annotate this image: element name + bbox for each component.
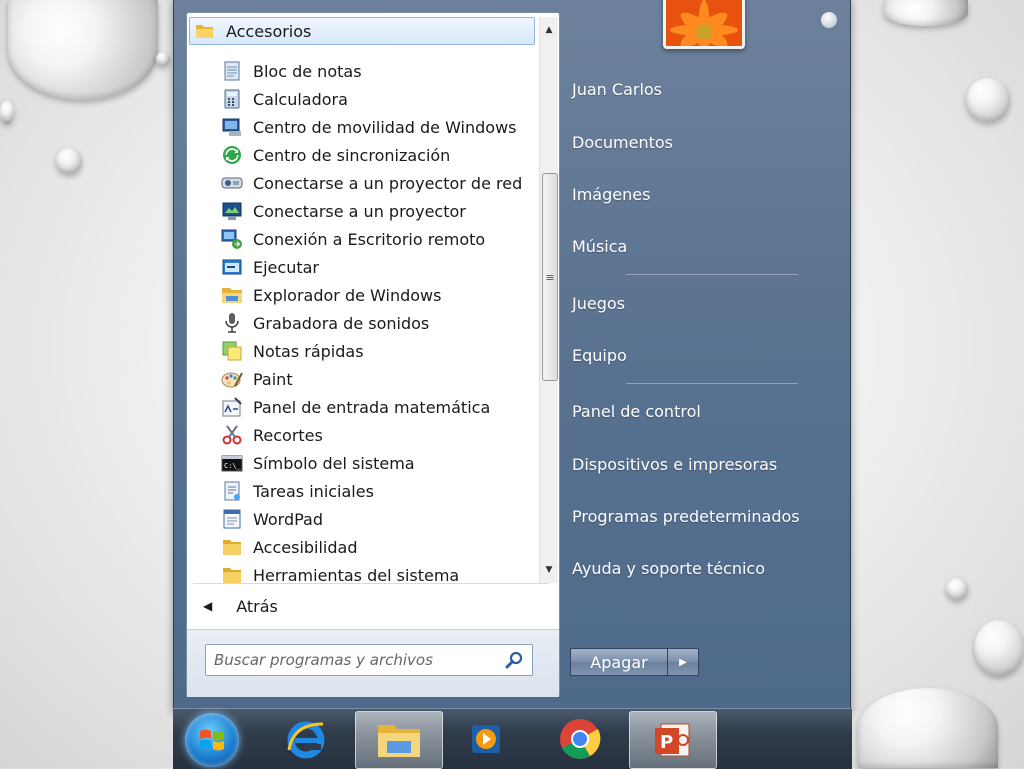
- program-item-escritorio-remoto[interactable]: Conexión a Escritorio remoto: [187, 225, 533, 253]
- program-item-recortes[interactable]: Recortes: [187, 421, 533, 449]
- taskbar: P: [173, 708, 852, 769]
- taskbar-windows-explorer[interactable]: [355, 711, 443, 769]
- folder-open-icon: [196, 25, 214, 38]
- shutdown-button[interactable]: Apagar: [570, 648, 668, 676]
- mobility-center-icon: [222, 118, 241, 136]
- right-item-programas-predeterminados[interactable]: Programas predeterminados: [572, 501, 800, 531]
- command-prompt-icon: C:\_: [221, 455, 243, 472]
- back-arrow-icon: ◀: [203, 599, 213, 613]
- water-drop-decoration: [966, 78, 1010, 122]
- folder-icon: [223, 540, 241, 555]
- right-item-imagenes[interactable]: Imágenes: [572, 179, 650, 209]
- shutdown-options-arrow-icon[interactable]: ▶: [668, 648, 699, 676]
- program-item-calculadora[interactable]: Calculadora: [187, 85, 533, 113]
- orb-decoration-icon: [821, 12, 837, 28]
- getting-started-icon: [224, 481, 240, 501]
- media-player-icon: [472, 725, 500, 753]
- taskbar-media-player[interactable]: [443, 711, 529, 767]
- svg-text:P: P: [660, 732, 673, 753]
- folder-icon: [223, 568, 241, 583]
- search-icon[interactable]: [504, 650, 524, 670]
- program-folder-accesibilidad[interactable]: Accesibilidad: [187, 533, 533, 561]
- taskbar-internet-explorer[interactable]: [263, 711, 349, 767]
- program-item-proyector[interactable]: Conectarse a un proyector: [187, 197, 533, 225]
- programs-pane: Accesorios Bloc de notas Calculadora Cen…: [186, 12, 560, 697]
- divider: [626, 274, 798, 275]
- folder-title: Accesorios: [226, 21, 312, 41]
- water-drop-decoration: [0, 100, 14, 124]
- taskbar-chrome[interactable]: [537, 711, 623, 767]
- water-drop-decoration: [858, 688, 998, 768]
- right-item-ayuda[interactable]: Ayuda y soporte técnico: [572, 553, 765, 583]
- program-item-centro-sincronizacion[interactable]: Centro de sincronización: [187, 141, 533, 169]
- back-button[interactable]: ◀ Atrás: [187, 591, 559, 621]
- program-item-paint[interactable]: Paint: [187, 365, 533, 393]
- scroll-down-arrow-icon[interactable]: ▼: [540, 561, 558, 579]
- right-item-dispositivos[interactable]: Dispositivos e impresoras: [572, 449, 777, 479]
- right-item-equipo[interactable]: Equipo: [572, 340, 627, 370]
- shutdown-group: Apagar ▶: [570, 648, 699, 676]
- start-menu: Accesorios Bloc de notas Calculadora Cen…: [173, 0, 851, 713]
- divider: [626, 383, 798, 384]
- flower-avatar-icon: [666, 0, 742, 46]
- search-box[interactable]: [205, 644, 533, 676]
- wordpad-icon: [223, 509, 241, 529]
- right-item-musica[interactable]: Música: [572, 231, 627, 261]
- divider: [193, 583, 549, 584]
- powerpoint-icon: P: [655, 723, 690, 757]
- right-item-juegos[interactable]: Juegos: [572, 288, 625, 318]
- user-picture[interactable]: [663, 0, 745, 49]
- snipping-tool-icon: [222, 425, 242, 445]
- water-drop-decoration: [974, 620, 1024, 676]
- program-item-centro-movilidad[interactable]: Centro de movilidad de Windows: [187, 113, 533, 141]
- math-input-icon: [222, 397, 242, 417]
- search-area: [187, 629, 559, 697]
- water-drop-decoration: [8, 0, 158, 100]
- search-input[interactable]: [212, 650, 502, 670]
- program-item-simbolo-sistema[interactable]: C:\_ Símbolo del sistema: [187, 449, 533, 477]
- projector-icon: [222, 202, 242, 220]
- program-item-ejecutar[interactable]: Ejecutar: [187, 253, 533, 281]
- start-button[interactable]: [185, 713, 239, 767]
- explorer-icon: [222, 288, 242, 303]
- program-item-proyector-red[interactable]: Conectarse a un proyector de red: [187, 169, 533, 197]
- taskbar-powerpoint[interactable]: P: [629, 711, 717, 769]
- internet-explorer-icon: [287, 721, 325, 759]
- water-drop-decoration: [156, 52, 170, 66]
- program-list: Accesorios Bloc de notas Calculadora Cen…: [187, 13, 537, 583]
- notepad-icon: [224, 61, 240, 81]
- svg-text:C:\_: C:\_: [224, 462, 242, 470]
- folder-accesorios[interactable]: Accesorios: [189, 17, 535, 45]
- run-icon: [222, 259, 242, 275]
- windows-logo-icon: [200, 729, 224, 751]
- right-item-documentos[interactable]: Documentos: [572, 127, 673, 157]
- right-item-panel-control[interactable]: Panel de control: [572, 396, 701, 426]
- water-drop-decoration: [884, 0, 968, 26]
- program-item-bloc-de-notas[interactable]: Bloc de notas: [187, 57, 533, 85]
- program-item-wordpad[interactable]: WordPad: [187, 505, 533, 533]
- program-item-explorador[interactable]: Explorador de Windows: [187, 281, 533, 309]
- program-list-scrollbar[interactable]: ▲ ≡ ▼: [539, 17, 558, 583]
- program-folder-herramientas[interactable]: Herramientas del sistema: [187, 561, 533, 583]
- remote-desktop-icon: [221, 229, 242, 249]
- sync-center-icon: [223, 146, 241, 164]
- microphone-icon: [225, 313, 239, 333]
- water-drop-decoration: [56, 148, 82, 174]
- paint-icon: [221, 372, 243, 388]
- program-item-tareas-iniciales[interactable]: Tareas iniciales: [187, 477, 533, 505]
- water-drop-decoration: [946, 578, 968, 600]
- program-item-panel-matematica[interactable]: Panel de entrada matemática: [187, 393, 533, 421]
- scroll-up-arrow-icon[interactable]: ▲: [540, 21, 558, 39]
- network-projector-icon: [221, 177, 243, 189]
- back-label: Atrás: [236, 596, 278, 616]
- program-item-notas-rapidas[interactable]: Notas rápidas: [187, 337, 533, 365]
- program-item-grabadora[interactable]: Grabadora de sonidos: [187, 309, 533, 337]
- windows-explorer-icon: [378, 725, 420, 757]
- calculator-icon: [224, 89, 240, 109]
- chrome-icon: [560, 719, 601, 759]
- sticky-notes-icon: [222, 341, 242, 361]
- scrollbar-thumb[interactable]: ≡: [542, 173, 558, 381]
- right-item-user[interactable]: Juan Carlos: [572, 74, 662, 104]
